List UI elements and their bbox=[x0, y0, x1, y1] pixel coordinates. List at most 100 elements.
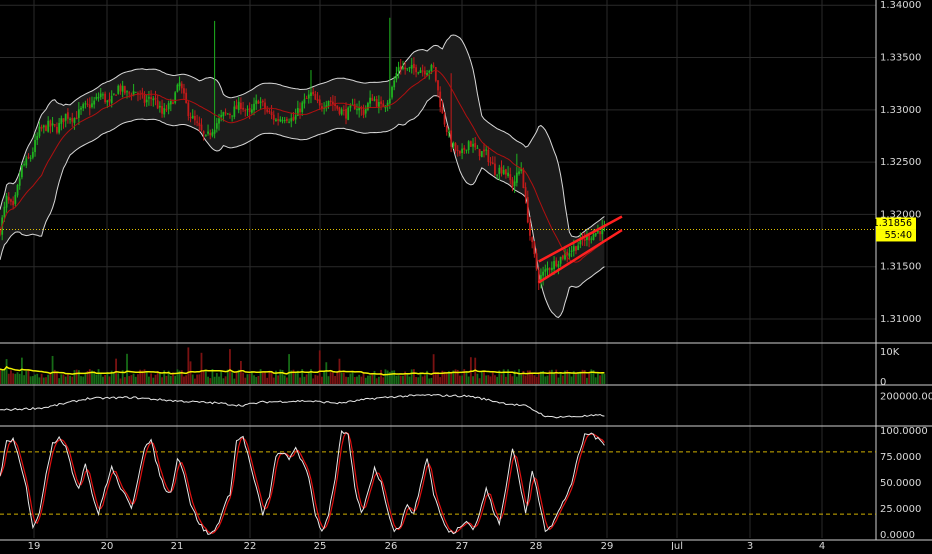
volume-bar bbox=[526, 370, 529, 384]
volume-bar bbox=[303, 376, 306, 384]
volume-bar bbox=[555, 369, 558, 384]
candle-body bbox=[336, 105, 339, 109]
candle-body bbox=[7, 197, 10, 201]
price-tick-label: 1.32500 bbox=[880, 157, 921, 168]
candle-body bbox=[358, 107, 361, 111]
volume-bar bbox=[88, 369, 91, 384]
volume-bar bbox=[570, 376, 573, 384]
volume-bar bbox=[75, 369, 78, 384]
volume-bar bbox=[261, 372, 264, 384]
candle-body bbox=[134, 91, 137, 93]
candle-body bbox=[522, 169, 525, 188]
volume-bar bbox=[483, 370, 485, 384]
volume-bar bbox=[586, 377, 588, 384]
volume-bar bbox=[40, 373, 43, 384]
candle-body bbox=[388, 98, 391, 104]
candle-body bbox=[568, 253, 571, 257]
volume-bar bbox=[248, 374, 251, 384]
time-tick-label: 4 bbox=[819, 541, 825, 550]
volume-bar bbox=[58, 378, 61, 384]
candle-body bbox=[367, 103, 369, 110]
volume-bar bbox=[342, 372, 345, 384]
candle-body bbox=[349, 105, 352, 108]
volume-bar bbox=[596, 372, 599, 384]
volume-bar bbox=[229, 349, 231, 384]
volume-bar bbox=[279, 369, 282, 384]
volume-bar bbox=[299, 377, 301, 384]
candle-body bbox=[106, 100, 109, 103]
candle-body bbox=[588, 235, 591, 241]
volume-bar bbox=[494, 375, 496, 384]
candle-body bbox=[465, 149, 468, 151]
volume-bar bbox=[12, 373, 15, 384]
volume-bar bbox=[345, 376, 347, 384]
volume-bar bbox=[557, 377, 560, 384]
candle-body bbox=[480, 151, 483, 158]
volume-bar bbox=[209, 378, 212, 384]
trading-chart[interactable]: 1.34000 1.33500 1.33000 1.32500 1.32000 1.315… bbox=[0, 0, 932, 552]
candle-body bbox=[71, 117, 74, 122]
candle-body bbox=[553, 261, 555, 270]
candle-body bbox=[314, 94, 317, 100]
volume-bar bbox=[134, 376, 137, 384]
candle-body bbox=[533, 241, 536, 255]
candle-body bbox=[104, 93, 107, 103]
candle-body bbox=[163, 108, 166, 115]
volume-bar bbox=[432, 354, 435, 384]
volume-bar bbox=[410, 369, 413, 384]
candle-body bbox=[275, 119, 277, 121]
candle-body bbox=[176, 84, 179, 92]
volume-bar bbox=[51, 355, 54, 384]
volume-bar bbox=[185, 375, 188, 384]
volume-bar bbox=[511, 376, 514, 384]
volume-bar bbox=[450, 371, 453, 384]
volume-bar bbox=[480, 370, 483, 384]
volume-bar bbox=[112, 371, 115, 384]
candle-body bbox=[169, 101, 172, 105]
candle-body bbox=[209, 133, 212, 136]
volume-bar bbox=[18, 373, 21, 384]
candle-body bbox=[347, 107, 350, 120]
volume-bar bbox=[73, 370, 76, 384]
candle-body bbox=[18, 178, 21, 186]
candle-body bbox=[187, 102, 190, 117]
stochastic-tick-label: 0.0000 bbox=[880, 530, 915, 541]
candle-body bbox=[340, 109, 343, 115]
candle-body bbox=[80, 107, 82, 110]
volume-bar bbox=[174, 375, 177, 384]
volume-bar bbox=[38, 377, 41, 384]
chart-canvas[interactable]: 1.340001.335001.330001.325001.320001.315… bbox=[0, 0, 932, 552]
candle-body bbox=[441, 106, 444, 114]
volume-bar bbox=[356, 376, 358, 384]
volume-bar bbox=[215, 373, 218, 384]
volume-bar bbox=[202, 370, 205, 384]
candle-body bbox=[526, 197, 529, 223]
candle-body bbox=[590, 238, 593, 240]
volume-bar bbox=[183, 376, 185, 384]
volume-bar bbox=[461, 375, 463, 384]
volume-bar bbox=[382, 377, 385, 384]
volume-bar bbox=[36, 373, 39, 384]
candle-body bbox=[259, 101, 262, 103]
candle-body bbox=[270, 111, 273, 116]
candle-body bbox=[318, 99, 321, 106]
candle-body bbox=[415, 67, 417, 73]
volume-bar bbox=[154, 374, 157, 384]
candle-body bbox=[119, 85, 122, 92]
volume-bar bbox=[327, 376, 330, 384]
candle-body bbox=[75, 117, 78, 120]
candle-body bbox=[483, 149, 485, 152]
candle-body bbox=[430, 64, 433, 71]
candle-body bbox=[154, 97, 157, 100]
candle-body bbox=[327, 101, 330, 107]
candle-body bbox=[21, 165, 23, 178]
candle-body bbox=[51, 123, 54, 126]
volume-bar bbox=[312, 378, 315, 384]
candle-body bbox=[421, 70, 424, 72]
candle-body bbox=[42, 125, 45, 128]
candle-body bbox=[99, 93, 102, 98]
volume-bar bbox=[104, 374, 107, 384]
candle-body bbox=[115, 94, 117, 96]
volume-bar bbox=[272, 377, 275, 384]
time-tick-label: Jul bbox=[670, 541, 683, 550]
